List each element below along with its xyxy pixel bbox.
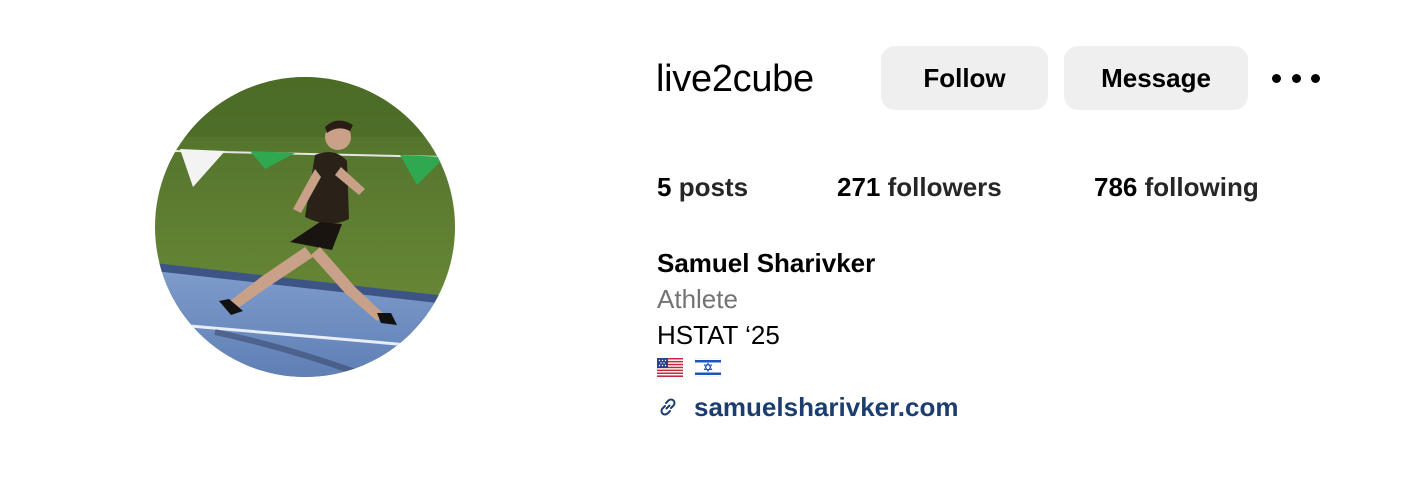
followers-label: followers xyxy=(887,172,1002,202)
link-icon xyxy=(660,398,676,416)
profile-link-row[interactable]: samuelsharivker.com xyxy=(656,390,959,424)
follow-button[interactable]: Follow xyxy=(881,46,1048,110)
message-button[interactable]: Message xyxy=(1064,46,1248,110)
following-label: following xyxy=(1144,172,1259,202)
posts-count-value: 5 xyxy=(657,172,672,202)
avatar-photo xyxy=(155,77,455,377)
followers-count-value: 271 xyxy=(837,172,881,202)
posts-label: posts xyxy=(678,172,749,202)
posts-count: 5 posts xyxy=(657,171,748,203)
us-flag-icon xyxy=(657,358,683,377)
profile-bio: HSTAT ‘25 xyxy=(657,320,780,350)
more-options-icon[interactable] xyxy=(1272,66,1320,90)
followers-link[interactable]: 271 followers xyxy=(837,171,1002,203)
israel-flag-icon xyxy=(695,358,721,377)
following-link[interactable]: 786 following xyxy=(1094,171,1259,203)
profile-website-link[interactable]: samuelsharivker.com xyxy=(694,392,959,423)
profile-avatar[interactable] xyxy=(155,77,455,377)
profile-username: live2cube xyxy=(656,58,814,100)
profile-category: Athlete xyxy=(657,284,738,314)
following-count-value: 786 xyxy=(1094,172,1138,202)
bio-flags xyxy=(657,358,721,378)
profile-full-name: Samuel Sharivker xyxy=(657,248,876,278)
